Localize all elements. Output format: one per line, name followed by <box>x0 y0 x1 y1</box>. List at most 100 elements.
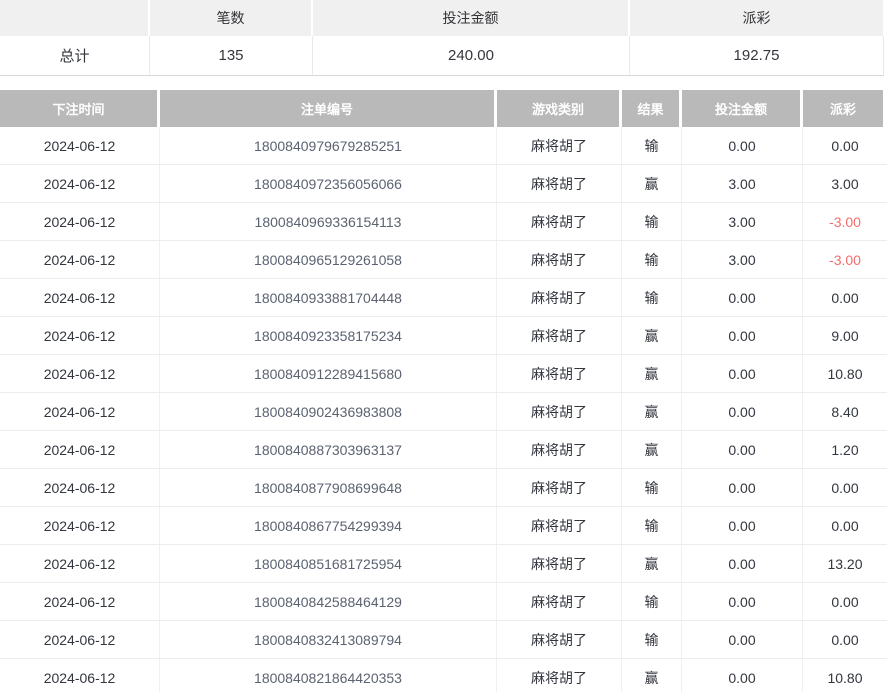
column-header-game-type: 游戏类别 <box>497 90 622 127</box>
cell-payout: 10.80 <box>803 355 887 392</box>
table-row: 2024-06-12 1800840887303963137 麻将胡了 赢 0.… <box>0 431 887 469</box>
cell-game-type: 麻将胡了 <box>497 469 622 506</box>
cell-bet-id: 1800840821864420353 <box>160 659 497 692</box>
cell-game-type: 麻将胡了 <box>497 659 622 692</box>
column-header-bet-id: 注单编号 <box>160 90 497 127</box>
cell-bet-id: 1800840923358175234 <box>160 317 497 354</box>
summary-header-row: 笔数 投注金额 派彩 <box>0 0 887 36</box>
table-row: 2024-06-12 1800840842588464129 麻将胡了 输 0.… <box>0 583 887 621</box>
cell-game-type: 麻将胡了 <box>497 355 622 392</box>
bet-table: 下注时间 注单编号 游戏类别 结果 投注金额 派彩 2024-06-12 180… <box>0 90 887 692</box>
cell-bet-time: 2024-06-12 <box>0 469 160 506</box>
cell-game-type: 麻将胡了 <box>497 545 622 582</box>
cell-bet-time: 2024-06-12 <box>0 545 160 582</box>
cell-bet-id: 1800840902436983808 <box>160 393 497 430</box>
cell-bet-time: 2024-06-12 <box>0 393 160 430</box>
cell-payout: 0.00 <box>803 469 887 506</box>
cell-bet-amount: 0.00 <box>682 507 803 544</box>
cell-bet-amount: 3.00 <box>682 241 803 278</box>
cell-payout: -3.00 <box>803 203 887 240</box>
cell-bet-id: 1800840933881704448 <box>160 279 497 316</box>
summary-total-bet-amount: 240.00 <box>313 36 630 75</box>
cell-bet-id: 1800840851681725954 <box>160 545 497 582</box>
cell-bet-time: 2024-06-12 <box>0 165 160 202</box>
cell-game-type: 麻将胡了 <box>497 241 622 278</box>
column-header-result: 结果 <box>622 90 682 127</box>
summary-table: 笔数 投注金额 派彩 总计 135 240.00 192.75 <box>0 0 887 76</box>
cell-result: 输 <box>622 469 682 506</box>
table-row: 2024-06-12 1800840965129261058 麻将胡了 输 3.… <box>0 241 887 279</box>
cell-result: 赢 <box>622 355 682 392</box>
cell-result: 输 <box>622 507 682 544</box>
cell-bet-id: 1800840972356056066 <box>160 165 497 202</box>
cell-bet-amount: 0.00 <box>682 583 803 620</box>
cell-game-type: 麻将胡了 <box>497 393 622 430</box>
summary-total-label: 总计 <box>0 36 150 75</box>
cell-payout: 0.00 <box>803 279 887 316</box>
summary-total-row: 总计 135 240.00 192.75 <box>0 36 884 76</box>
cell-bet-id: 1800840867754299394 <box>160 507 497 544</box>
cell-result: 输 <box>622 127 682 164</box>
cell-bet-id: 1800840842588464129 <box>160 583 497 620</box>
cell-payout: -3.00 <box>803 241 887 278</box>
cell-game-type: 麻将胡了 <box>497 621 622 658</box>
table-row: 2024-06-12 1800840902436983808 麻将胡了 赢 0.… <box>0 393 887 431</box>
summary-total-count: 135 <box>150 36 313 75</box>
cell-bet-amount: 3.00 <box>682 165 803 202</box>
cell-bet-amount: 0.00 <box>682 317 803 354</box>
cell-bet-amount: 0.00 <box>682 469 803 506</box>
cell-result: 赢 <box>622 317 682 354</box>
cell-bet-time: 2024-06-12 <box>0 659 160 692</box>
table-row: 2024-06-12 1800840972356056066 麻将胡了 赢 3.… <box>0 165 887 203</box>
summary-total-payout: 192.75 <box>630 36 884 75</box>
cell-bet-id: 1800840979679285251 <box>160 127 497 164</box>
cell-payout: 0.00 <box>803 507 887 544</box>
cell-payout: 13.20 <box>803 545 887 582</box>
cell-bet-time: 2024-06-12 <box>0 241 160 278</box>
bet-table-header-row: 下注时间 注单编号 游戏类别 结果 投注金额 派彩 <box>0 90 887 127</box>
cell-payout: 10.80 <box>803 659 887 692</box>
table-row: 2024-06-12 1800840851681725954 麻将胡了 赢 0.… <box>0 545 887 583</box>
cell-bet-time: 2024-06-12 <box>0 621 160 658</box>
cell-payout: 0.00 <box>803 621 887 658</box>
cell-bet-amount: 0.00 <box>682 127 803 164</box>
cell-payout: 0.00 <box>803 127 887 164</box>
summary-header-bet-amount: 投注金额 <box>313 0 630 36</box>
cell-result: 输 <box>622 279 682 316</box>
cell-payout: 8.40 <box>803 393 887 430</box>
table-row: 2024-06-12 1800840969336154113 麻将胡了 输 3.… <box>0 203 887 241</box>
cell-payout: 9.00 <box>803 317 887 354</box>
cell-payout: 3.00 <box>803 165 887 202</box>
cell-game-type: 麻将胡了 <box>497 165 622 202</box>
cell-bet-time: 2024-06-12 <box>0 431 160 468</box>
cell-result: 赢 <box>622 545 682 582</box>
cell-bet-id: 1800840969336154113 <box>160 203 497 240</box>
cell-game-type: 麻将胡了 <box>497 317 622 354</box>
cell-payout: 1.20 <box>803 431 887 468</box>
cell-bet-amount: 0.00 <box>682 659 803 692</box>
cell-payout: 0.00 <box>803 583 887 620</box>
table-row: 2024-06-12 1800840832413089794 麻将胡了 输 0.… <box>0 621 887 659</box>
cell-bet-amount: 0.00 <box>682 393 803 430</box>
cell-result: 输 <box>622 621 682 658</box>
table-row: 2024-06-12 1800840979679285251 麻将胡了 输 0.… <box>0 127 887 165</box>
cell-bet-amount: 3.00 <box>682 203 803 240</box>
cell-game-type: 麻将胡了 <box>497 431 622 468</box>
cell-game-type: 麻将胡了 <box>497 203 622 240</box>
cell-result: 赢 <box>622 431 682 468</box>
column-header-bet-amount: 投注金额 <box>682 90 803 127</box>
cell-game-type: 麻将胡了 <box>497 583 622 620</box>
cell-bet-time: 2024-06-12 <box>0 203 160 240</box>
table-gap <box>0 76 887 90</box>
column-header-bet-time: 下注时间 <box>0 90 160 127</box>
cell-game-type: 麻将胡了 <box>497 279 622 316</box>
cell-bet-time: 2024-06-12 <box>0 279 160 316</box>
summary-header-count: 笔数 <box>150 0 313 36</box>
table-row: 2024-06-12 1800840933881704448 麻将胡了 输 0.… <box>0 279 887 317</box>
summary-header-empty <box>0 0 150 36</box>
cell-bet-amount: 0.00 <box>682 621 803 658</box>
cell-bet-time: 2024-06-12 <box>0 355 160 392</box>
cell-bet-time: 2024-06-12 <box>0 583 160 620</box>
cell-bet-id: 1800840965129261058 <box>160 241 497 278</box>
cell-bet-amount: 0.00 <box>682 431 803 468</box>
